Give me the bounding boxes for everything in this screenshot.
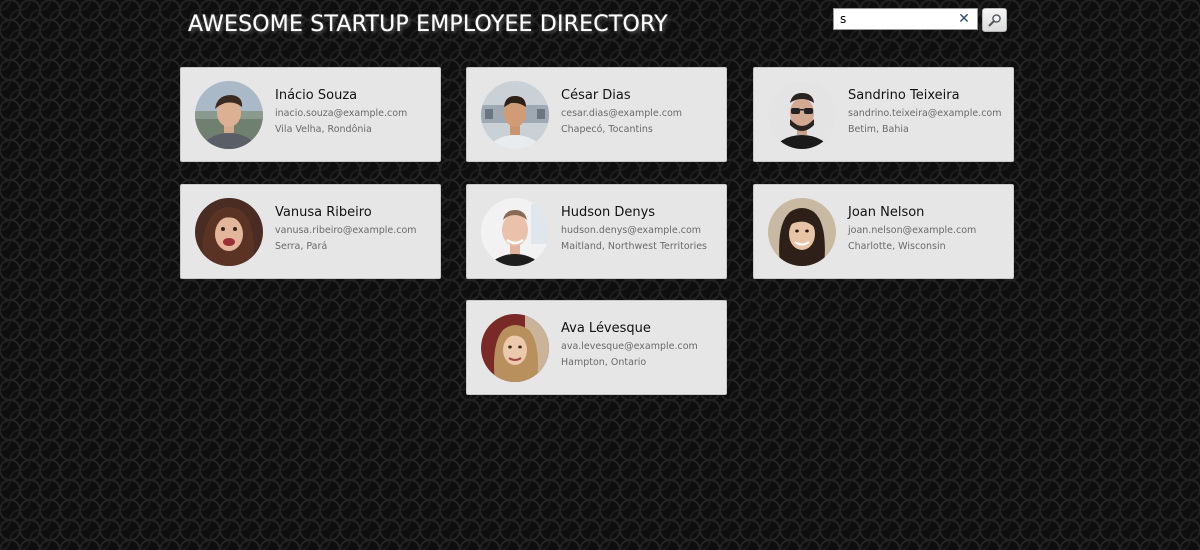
employee-email: ava.levesque@example.com (561, 341, 698, 352)
card-info: Vanusa Ribeiro vanusa.ribeiro@example.co… (275, 204, 437, 253)
employee-email: hudson.denys@example.com (561, 225, 702, 236)
card-info: Ava Lévesque ava.levesque@example.com Ha… (561, 320, 723, 369)
employee-email: joan.nelson@example.com (848, 225, 977, 236)
employee-email: cesar.dias@example.com (561, 108, 683, 119)
employee-card[interactable]: Sandrino Teixeira sandrino.teixeira@exam… (753, 67, 1014, 162)
employee-name: Ava Lévesque (561, 321, 651, 336)
employee-location: Charlotte, Wisconsin (848, 241, 946, 252)
employee-name: Joan Nelson (848, 205, 925, 220)
employee-name: Inácio Souza (275, 88, 358, 103)
employee-name: Hudson Denys (561, 205, 656, 220)
avatar (195, 198, 263, 266)
employee-name: Vanusa Ribeiro (275, 205, 372, 220)
employee-card[interactable]: Inácio Souza inacio.souza@example.com Vi… (180, 67, 441, 162)
avatar (481, 198, 549, 266)
card-info: Hudson Denys hudson.denys@example.com Ma… (561, 204, 723, 253)
employee-card[interactable]: Joan Nelson joan.nelson@example.com Char… (753, 184, 1014, 279)
employee-location: Chapecó, Tocantins (561, 124, 653, 135)
avatar (195, 81, 263, 149)
employee-card[interactable]: César Dias cesar.dias@example.com Chapec… (466, 67, 727, 162)
employee-card[interactable]: Vanusa Ribeiro vanusa.ribeiro@example.co… (180, 184, 441, 279)
employee-email: vanusa.ribeiro@example.com (275, 225, 417, 236)
employee-gallery: Inácio Souza inacio.souza@example.com Vi… (0, 0, 1200, 550)
card-info: Inácio Souza inacio.souza@example.com Vi… (275, 87, 437, 136)
card-info: Joan Nelson joan.nelson@example.com Char… (848, 204, 1010, 253)
avatar (481, 314, 549, 382)
card-info: César Dias cesar.dias@example.com Chapec… (561, 87, 723, 136)
employee-name: Sandrino Teixeira (848, 88, 960, 103)
employee-email: inacio.souza@example.com (275, 108, 408, 119)
avatar (768, 198, 836, 266)
employee-location: Betim, Bahia (848, 124, 909, 135)
employee-location: Hampton, Ontario (561, 357, 647, 368)
card-info: Sandrino Teixeira sandrino.teixeira@exam… (848, 87, 1010, 136)
avatar (481, 81, 549, 149)
employee-card[interactable]: Hudson Denys hudson.denys@example.com Ma… (466, 184, 727, 279)
employee-name: César Dias (561, 88, 631, 103)
employee-email: sandrino.teixeira@example.com (848, 108, 1002, 119)
employee-location: Serra, Pará (275, 241, 328, 252)
employee-card[interactable]: Ava Lévesque ava.levesque@example.com Ha… (466, 300, 727, 395)
employee-location: Maitland, Northwest Territories (561, 241, 708, 252)
employee-location: Vila Velha, Rondônia (275, 124, 372, 135)
avatar (768, 81, 836, 149)
